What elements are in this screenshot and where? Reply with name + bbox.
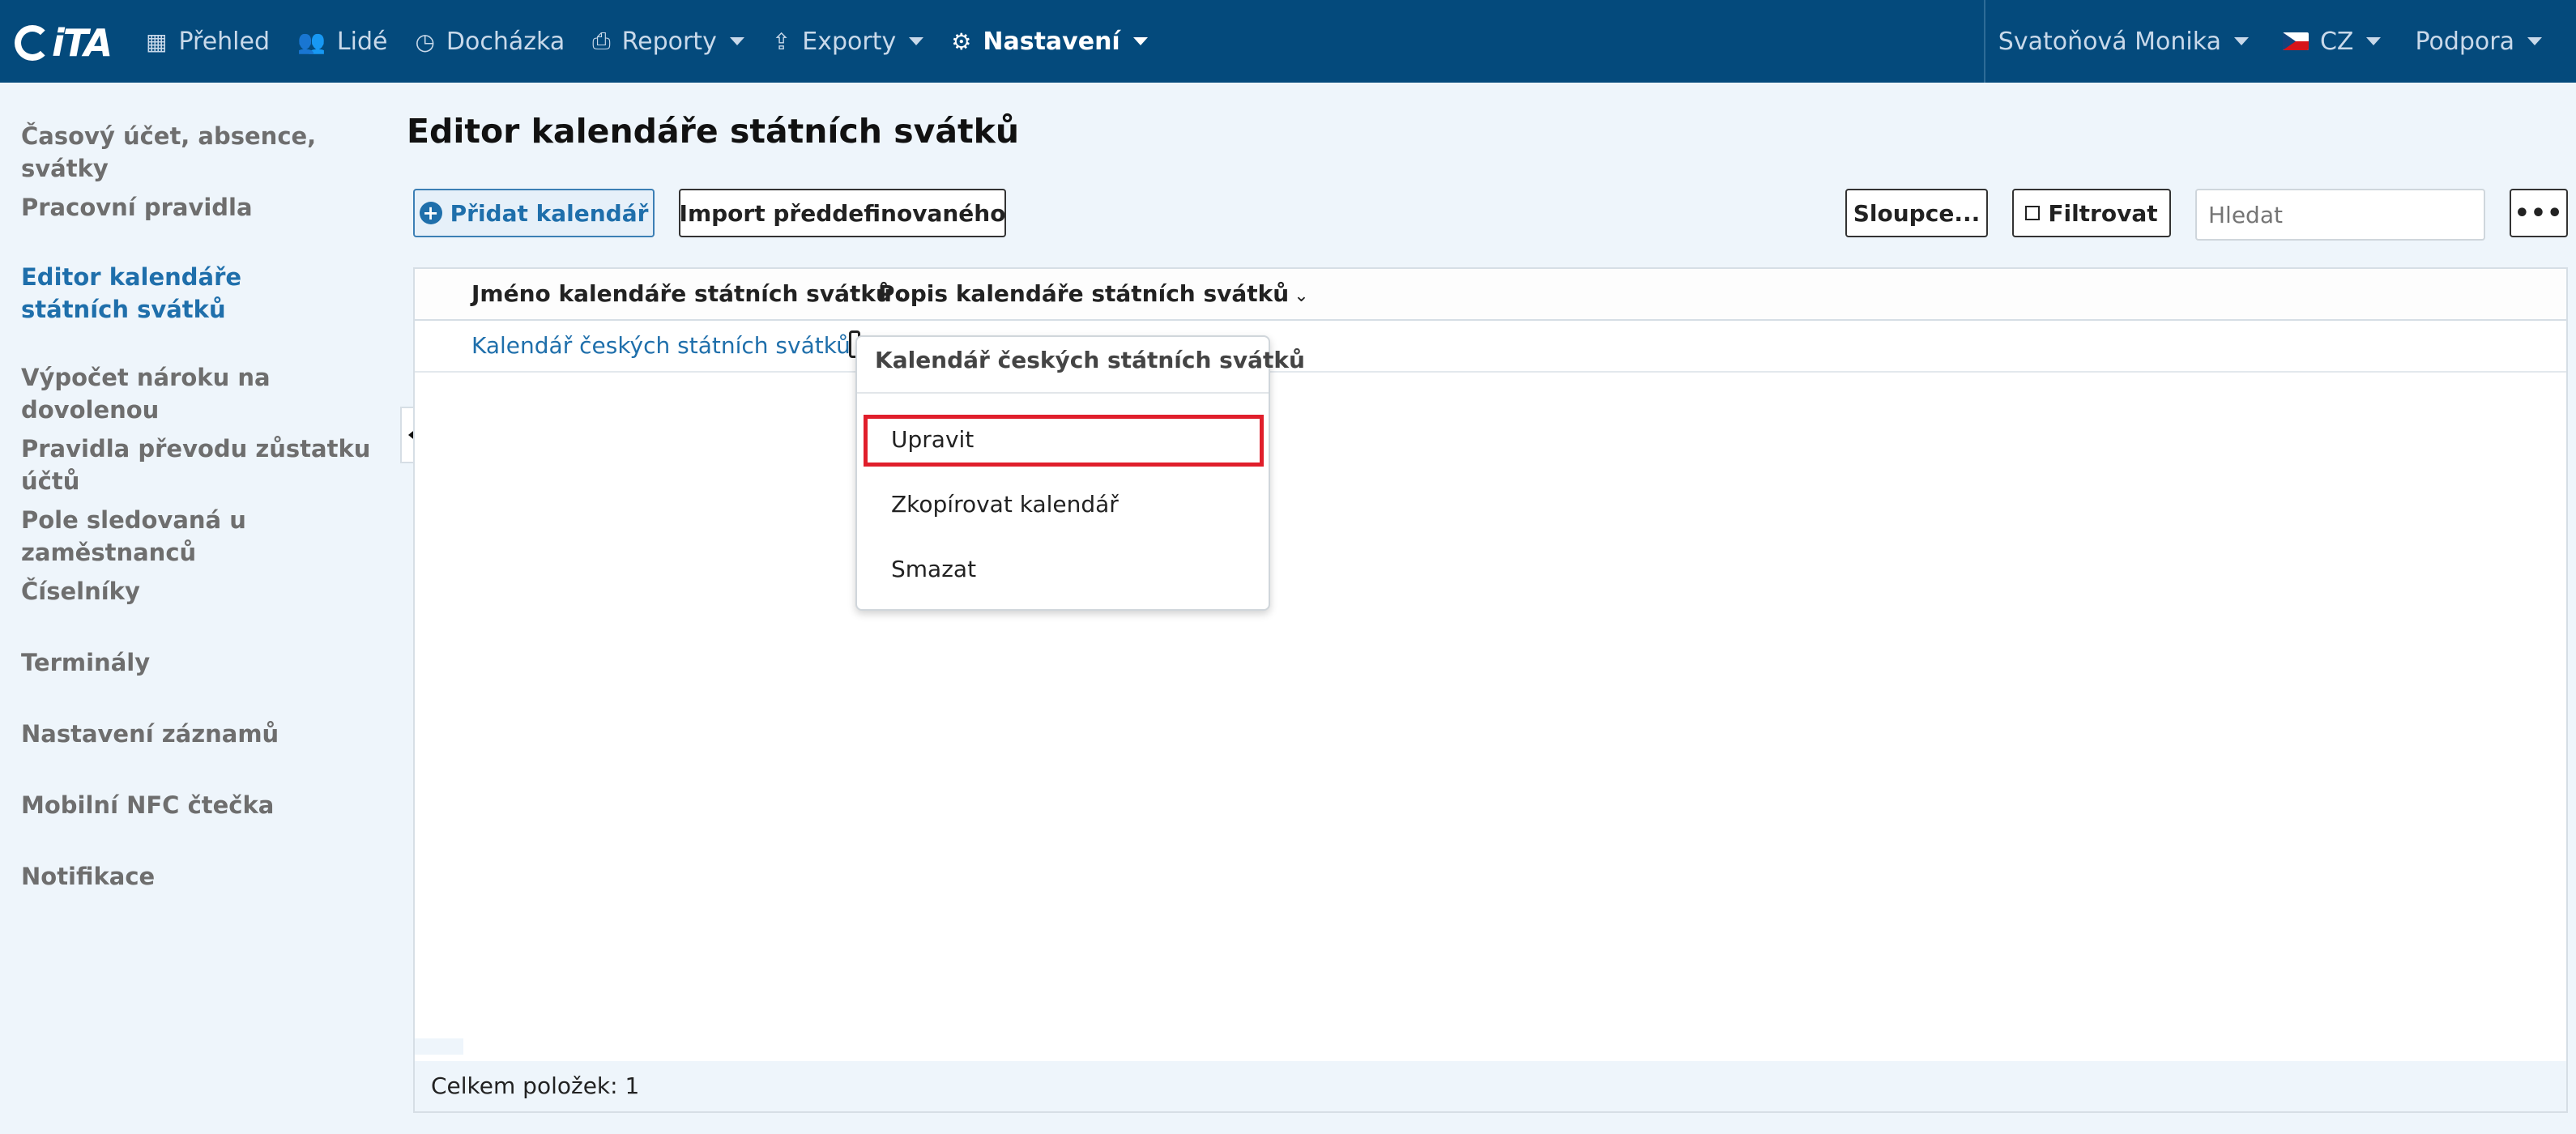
holiday-calendar-table: Jméno kalendáře státních svátků ⌄ Popis k… — [413, 267, 2568, 1113]
context-menu-divider — [857, 392, 1269, 394]
grid-icon: ▦ — [146, 28, 168, 55]
table-header: Jméno kalendáře státních svátků ⌄ Popis k… — [415, 269, 2566, 321]
total-items-count: Celkem položek: 1 — [431, 1072, 640, 1099]
nav-item-exporty[interactable]: ⇪ Exporty — [771, 27, 924, 56]
sidebar-item-time-account[interactable]: Časový účet, absence, svátky — [21, 120, 386, 185]
row-context-menu: Kalendář českých státních svátků Upravit… — [855, 335, 1305, 611]
nav-item-nastaveni[interactable]: ⚙ Nastavení — [951, 27, 1148, 56]
caret-down-icon — [2366, 37, 2382, 45]
sidebar-item-vacation-calc[interactable]: Výpočet nároku na dovolenou — [21, 361, 386, 426]
ita-logo[interactable]: iTA — [15, 21, 123, 65]
caret-down-icon — [729, 37, 744, 45]
gear-icon: ⚙ — [951, 28, 972, 55]
print-icon: ⎙ — [592, 28, 611, 54]
nav-item-prehled[interactable]: ▦ Přehled — [146, 28, 270, 56]
nav-label: Přehled — [178, 27, 271, 56]
filter-button[interactable]: Filtrovat — [2012, 189, 2171, 237]
sidebar-item-holiday-calendar-editor[interactable]: Editor kalendáře státních svátků — [21, 261, 329, 326]
nav-item-reporty[interactable]: ⎙ Reporty — [592, 28, 744, 56]
context-menu-title: Kalendář českých státních svátků — [875, 347, 1305, 373]
plus-circle-icon: + — [419, 202, 442, 224]
sidebar-item-employee-fields[interactable]: Pole sledovaná u zaměstnanců — [21, 504, 386, 569]
czech-flag-icon — [2282, 32, 2309, 50]
search-input[interactable] — [2195, 189, 2485, 241]
sidebar-item-record-settings[interactable]: Nastavení záznamů — [21, 718, 386, 750]
language-menu[interactable]: CZ — [2282, 27, 2382, 56]
table-footer: Celkem položek: 1 — [415, 1061, 2566, 1111]
nav-label: Lidé — [336, 27, 388, 56]
language-label: CZ — [2319, 27, 2354, 56]
export-icon: ⇪ — [771, 28, 791, 55]
sidebar-item-balance-transfer[interactable]: Pravidla převodu zůstatku účtů — [21, 433, 386, 497]
nav-label: Reporty — [621, 27, 717, 56]
user-name: Svatoňová Monika — [1998, 27, 2221, 56]
users-icon: 👥 — [297, 28, 326, 55]
logo-c-mark — [15, 25, 50, 61]
sidebar-item-notifications[interactable]: Notifikace — [21, 860, 386, 893]
top-navbar: iTA ▦ Přehled 👥 Lidé ◷ Docházka ⎙ Report… — [0, 0, 2576, 83]
import-predefined-button[interactable]: Import předdefinovaného — [679, 189, 1006, 237]
filter-label: Filtrovat — [2048, 199, 2158, 227]
table-gutter — [415, 373, 463, 1050]
calendar-name-link[interactable]: Kalendář českých státních svátků — [471, 332, 851, 359]
nav-label: Docházka — [446, 27, 565, 56]
clock-icon: ◷ — [415, 28, 435, 55]
support-label: Podpora — [2415, 27, 2514, 56]
nav-item-dochazka[interactable]: ◷ Docházka — [415, 28, 565, 56]
caret-down-icon — [2233, 37, 2249, 45]
caret-down-icon — [909, 37, 924, 45]
support-menu[interactable]: Podpora — [2415, 28, 2542, 56]
sidebar-item-terminals[interactable]: Terminály — [21, 646, 386, 679]
page-title: Editor kalendáře státních svátků — [407, 112, 1020, 151]
checkbox-icon — [2025, 206, 2041, 220]
column-header-description[interactable]: Popis kalendáře státních svátků ⌄ — [878, 280, 1309, 307]
add-calendar-label: Přidat kalendář — [450, 199, 649, 227]
column-header-name[interactable]: Jméno kalendáře státních svátků ⌄ — [471, 280, 911, 307]
columns-button[interactable]: Sloupce... — [1845, 189, 1988, 237]
main-nav: ▦ Přehled 👥 Lidé ◷ Docházka ⎙ Reporty ⇪ … — [146, 0, 1175, 83]
sidebar-item-nfc-reader[interactable]: Mobilní NFC čtečka — [21, 789, 386, 821]
sidebar-item-work-rules[interactable]: Pracovní pravidla — [21, 191, 386, 224]
topbar-right: Svatoňová Monika CZ Podpora — [1983, 0, 2576, 83]
column-header-description-label: Popis kalendáře státních svátků — [878, 280, 1290, 307]
nav-item-lide[interactable]: 👥 Lidé — [297, 28, 387, 56]
logo-text: iTA — [52, 21, 113, 65]
nav-label: Exporty — [802, 27, 897, 56]
sort-icon: ⌄ — [1294, 286, 1309, 306]
column-header-name-label: Jméno kalendáře státních svátků — [471, 280, 892, 307]
add-calendar-button[interactable]: + Přidat kalendář — [413, 189, 655, 237]
context-menu-item-edit[interactable]: Upravit — [891, 426, 974, 453]
nav-label: Nastavení — [983, 27, 1120, 56]
table-gutter-shade — [415, 1038, 463, 1055]
context-menu-item-delete[interactable]: Smazat — [891, 556, 976, 582]
more-options-button[interactable]: ••• — [2510, 189, 2568, 237]
context-menu-item-copy[interactable]: Zkopírovat kalendář — [891, 491, 1119, 518]
caret-down-icon — [2527, 37, 2542, 45]
user-menu[interactable]: Svatoňová Monika — [1998, 28, 2249, 56]
table-row[interactable]: Kalendář českých státních svátků — [415, 321, 2566, 373]
caret-down-icon — [1132, 37, 1148, 45]
sidebar-item-codelists[interactable]: Číselníky — [21, 575, 386, 608]
